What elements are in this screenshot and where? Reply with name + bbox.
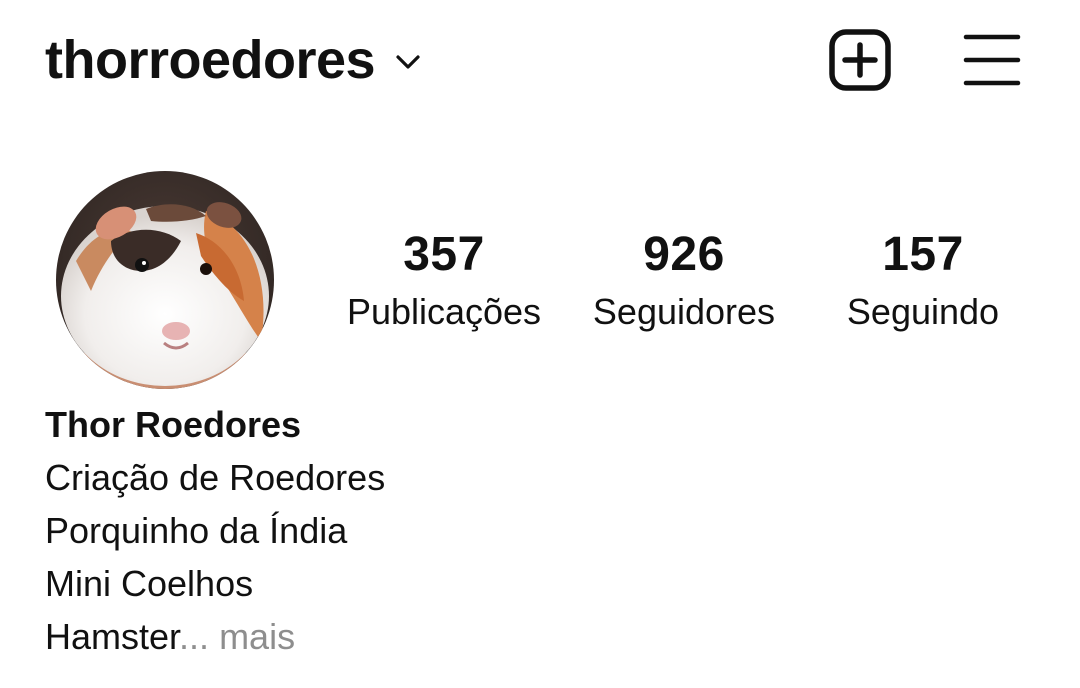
display-name: Thor Roedores	[45, 404, 302, 445]
posts-stat[interactable]: 357 Publicações	[338, 225, 550, 337]
following-label: Seguindo	[846, 291, 1000, 332]
followers-label: Seguidores	[592, 291, 776, 332]
bio-last-line: Hamster... mais	[45, 610, 945, 663]
following-stat[interactable]: 157 Seguindo	[830, 225, 1016, 337]
avatar[interactable]	[56, 171, 274, 389]
profile-bio: Thor Roedores Criação de Roedores Porqui…	[45, 398, 945, 663]
hamburger-menu-icon	[963, 34, 1021, 86]
new-post-button[interactable]	[828, 28, 892, 92]
followers-stat[interactable]: 926 Seguidores	[580, 225, 788, 337]
bio-line: Porquinho da Índia	[45, 510, 348, 551]
chevron-down-icon	[393, 47, 423, 77]
account-switcher[interactable]: thorroedores	[45, 28, 423, 92]
username: thorroedores	[45, 30, 376, 90]
posts-label: Publicações	[346, 291, 542, 332]
bio-line-text: Hamster	[45, 616, 180, 657]
top-bar: thorroedores	[0, 0, 1080, 120]
bio-ellipsis: ...	[179, 616, 210, 657]
plus-square-icon	[829, 29, 891, 91]
bio-line: Mini Coelhos	[45, 563, 254, 604]
bio-line: Criação de Roedores	[45, 457, 386, 498]
following-count: 157	[882, 228, 964, 281]
posts-count: 357	[403, 228, 485, 281]
followers-count: 926	[643, 228, 725, 281]
guinea-pig-avatar-image	[56, 171, 274, 389]
profile-page: thorroedores 357 Publicações 926 Seguido…	[0, 0, 1080, 688]
more-link[interactable]: mais	[209, 616, 295, 657]
menu-button[interactable]	[962, 30, 1022, 90]
profile-stats: 357 Publicações 926 Seguidores 157 Segui…	[330, 225, 1030, 345]
